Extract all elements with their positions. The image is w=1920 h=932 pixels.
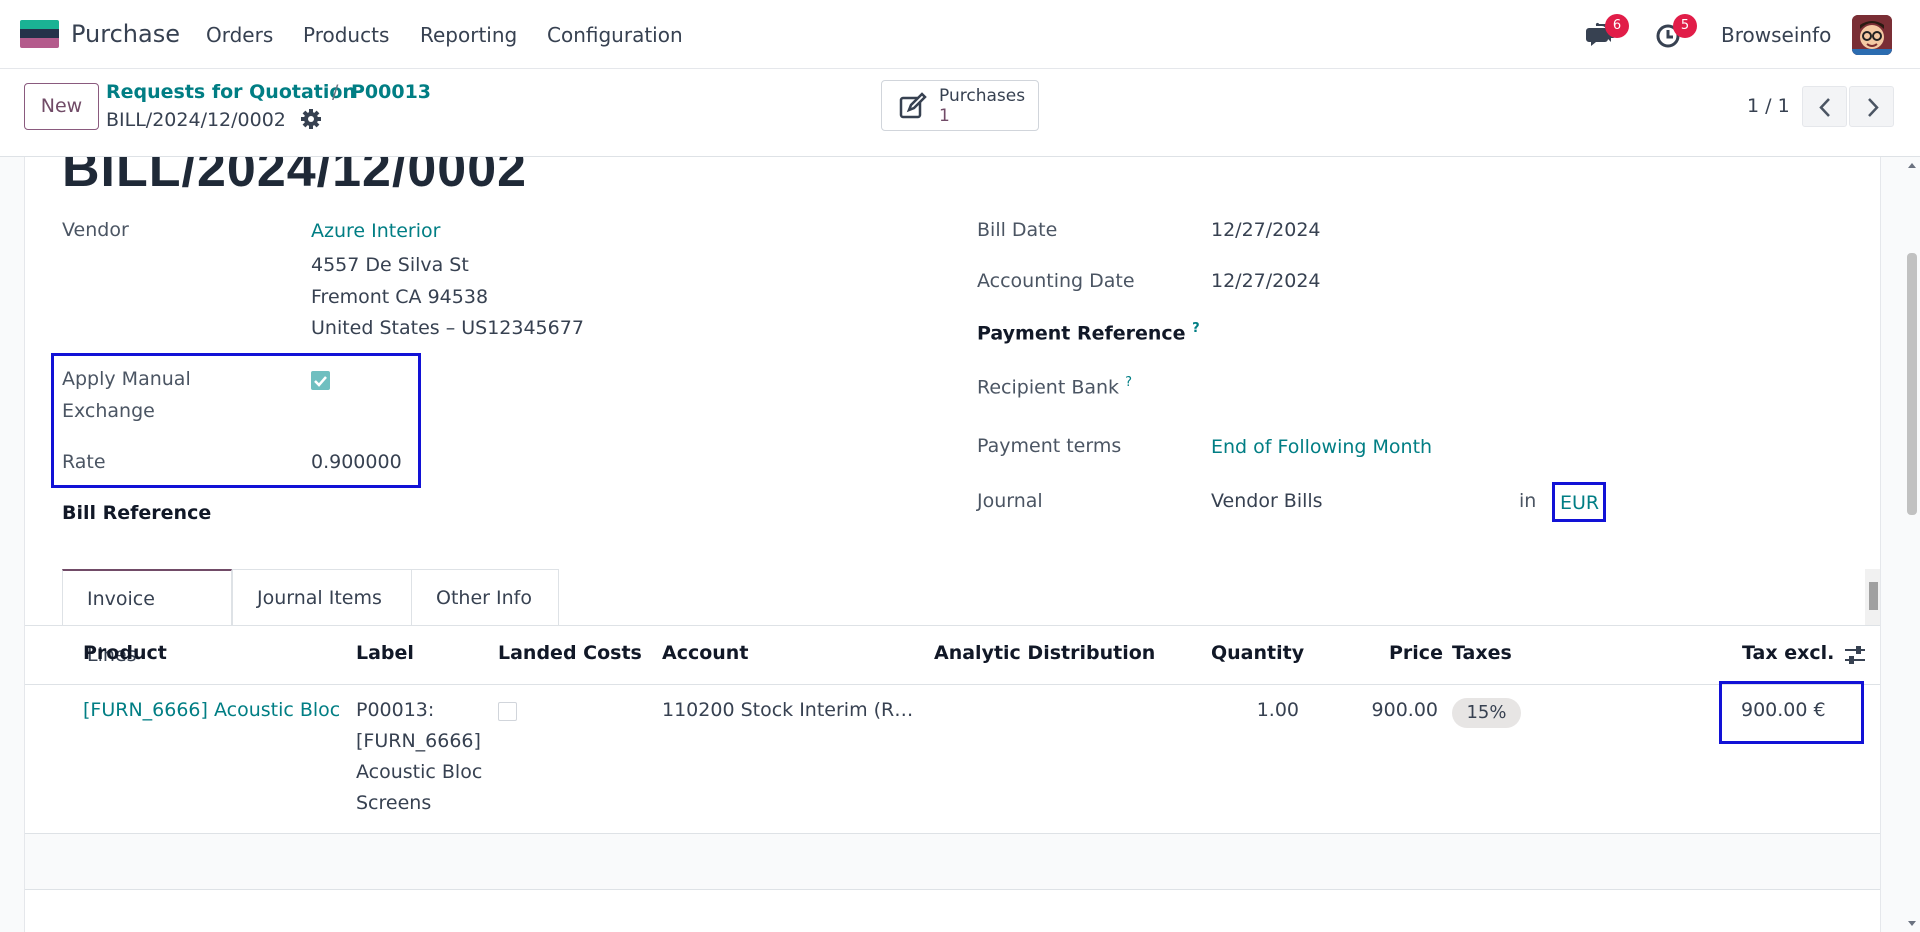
- row-label-line[interactable]: P00013:: [356, 695, 434, 726]
- pager-value[interactable]: 1 / 1: [1747, 95, 1790, 117]
- row-tax-excl: 900.00 €: [1741, 699, 1826, 721]
- column-product[interactable]: Product: [83, 642, 167, 664]
- activity-badge: 5: [1673, 14, 1697, 38]
- row-label-line[interactable]: Acoustic Bloc: [356, 757, 482, 788]
- vendor-address-line: United States – US12345677: [311, 317, 584, 339]
- edit-icon: [898, 92, 928, 122]
- tabs-scrollbar[interactable]: [1865, 569, 1880, 625]
- column-analytic-distribution[interactable]: Analytic Distribution: [934, 642, 1155, 664]
- column-taxes[interactable]: Taxes: [1452, 642, 1512, 664]
- menu-reporting[interactable]: Reporting: [420, 23, 517, 47]
- row-landed-costs-checkbox[interactable]: [498, 702, 517, 721]
- row-label-line[interactable]: Screens: [356, 788, 431, 819]
- apply-manual-exchange-label-2: Exchange: [62, 400, 155, 422]
- row-product[interactable]: [FURN_6666] Acoustic Bloc S: [83, 695, 347, 726]
- scroll-up-icon[interactable]: [1904, 159, 1920, 171]
- accounting-date-value[interactable]: 12/27/2024: [1211, 270, 1321, 292]
- user-avatar[interactable]: [1852, 15, 1892, 55]
- form-sheet: BILL/2024/12/0002 Vendor Azure Interior …: [24, 157, 1881, 932]
- column-tax-excl[interactable]: Tax excl.: [1742, 642, 1834, 664]
- gear-icon[interactable]: [300, 108, 322, 130]
- bill-title: BILL/2024/12/0002: [62, 157, 528, 198]
- chevron-right-icon: [1868, 98, 1879, 117]
- tab-other-info[interactable]: Other Info: [411, 569, 559, 625]
- activity-clock-icon[interactable]: 5: [1653, 14, 1697, 52]
- scrollbar-thumb[interactable]: [1907, 253, 1917, 515]
- payment-terms-label: Payment terms: [977, 435, 1122, 457]
- pager-previous-button[interactable]: [1802, 86, 1847, 127]
- chat-badge: 6: [1605, 14, 1629, 38]
- purchase-app-icon[interactable]: [20, 20, 59, 48]
- tab-invoice-lines[interactable]: Invoice Lines: [62, 569, 232, 666]
- top-navbar: Purchase Orders Products Reporting Confi…: [0, 0, 1920, 69]
- payment-terms-value[interactable]: End of Following Month: [1211, 436, 1432, 458]
- apply-manual-exchange-label: Apply Manual: [62, 368, 191, 390]
- rate-value[interactable]: 0.900000: [311, 451, 402, 473]
- payment-reference-text: Payment Reference: [977, 322, 1186, 345]
- tab-divider: [25, 625, 1880, 626]
- check-icon: [314, 376, 327, 387]
- row-price[interactable]: 900.00: [1325, 695, 1438, 726]
- breadcrumb-separator: /: [332, 81, 339, 103]
- currency-value[interactable]: EUR: [1560, 492, 1599, 514]
- column-price[interactable]: Price: [1389, 642, 1443, 664]
- smart-button-count: 1: [939, 106, 950, 126]
- row-tax-badge[interactable]: 15%: [1452, 698, 1521, 728]
- column-quantity[interactable]: Quantity: [1211, 642, 1304, 664]
- row-account[interactable]: 110200 Stock Interim (R…: [662, 695, 913, 726]
- in-label: in: [1519, 490, 1537, 512]
- help-icon[interactable]: ?: [1125, 375, 1132, 390]
- recipient-bank-label: Recipient Bank ?: [977, 375, 1132, 398]
- apply-manual-exchange-checkbox[interactable]: [311, 371, 330, 390]
- menu-products[interactable]: Products: [303, 23, 389, 47]
- payment-reference-label: Payment Reference ?: [977, 321, 1200, 344]
- journal-value[interactable]: Vendor Bills: [1211, 490, 1323, 512]
- app-name[interactable]: Purchase: [71, 20, 180, 48]
- control-panel: New Requests for Quotation / P00013 BILL…: [0, 69, 1920, 157]
- breadcrumb-record-name: BILL/2024/12/0002: [106, 109, 286, 131]
- bill-reference-label: Bill Reference: [62, 502, 212, 524]
- rate-label: Rate: [62, 451, 106, 473]
- breadcrumb-rfq[interactable]: Requests for Quotation: [106, 81, 356, 103]
- menu-configuration[interactable]: Configuration: [547, 23, 683, 47]
- row-quantity[interactable]: 1.00: [1211, 695, 1299, 726]
- column-landed-costs[interactable]: Landed Costs: [498, 642, 642, 664]
- vendor-name-link[interactable]: Azure Interior: [311, 220, 440, 242]
- scroll-down-icon[interactable]: [1904, 918, 1920, 930]
- vendor-label: Vendor: [62, 219, 129, 241]
- help-icon[interactable]: ?: [1192, 321, 1200, 336]
- user-name[interactable]: Browseinfo: [1721, 23, 1831, 47]
- new-button[interactable]: New: [24, 83, 99, 130]
- pager-next-button[interactable]: [1849, 86, 1894, 127]
- tab-journal-items[interactable]: Journal Items: [232, 569, 412, 625]
- purchases-smart-button[interactable]: Purchases 1: [881, 80, 1039, 131]
- vendor-address-line: Fremont CA 94538: [311, 286, 489, 308]
- recipient-bank-text: Recipient Bank: [977, 376, 1120, 399]
- row-label-line[interactable]: [FURN_6666]: [356, 726, 481, 757]
- smart-button-label: Purchases: [939, 86, 1026, 106]
- chevron-left-icon: [1819, 98, 1830, 117]
- bill-date-label: Bill Date: [977, 219, 1058, 241]
- breadcrumb-p00013[interactable]: P00013: [351, 81, 431, 103]
- journal-label: Journal: [977, 490, 1043, 512]
- optional-columns-icon[interactable]: [1843, 644, 1867, 666]
- chat-icon[interactable]: 6: [1585, 14, 1629, 52]
- page-scrollbar[interactable]: [1904, 157, 1920, 932]
- column-account[interactable]: Account: [662, 642, 748, 664]
- empty-table-row: [25, 834, 1880, 890]
- column-label[interactable]: Label: [356, 642, 414, 664]
- vendor-address-line: 4557 De Silva St: [311, 254, 469, 276]
- bill-date-value[interactable]: 12/27/2024: [1211, 219, 1321, 241]
- accounting-date-label: Accounting Date: [977, 270, 1135, 292]
- menu-orders[interactable]: Orders: [206, 23, 273, 47]
